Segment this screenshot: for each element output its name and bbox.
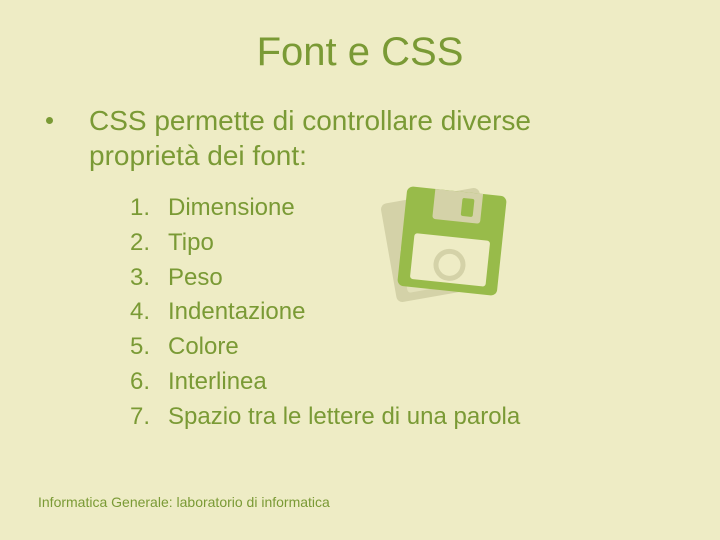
list-item: Tipo: [110, 226, 680, 261]
bullet-icon: [46, 117, 53, 124]
list-item: Spazio tra le lettere di una parola: [110, 400, 680, 435]
list-item-label: Peso: [168, 261, 223, 296]
list-area: Dimensione Tipo Peso Indentazione Colore…: [110, 191, 680, 435]
list-item-label: Indentazione: [168, 295, 305, 330]
lead-text: CSS permette di controllare diverse prop…: [89, 103, 649, 173]
list-item-label: Interlinea: [168, 365, 267, 400]
list-item-label: Colore: [168, 330, 239, 365]
list-item: Interlinea: [110, 365, 680, 400]
list-item: Peso: [110, 261, 680, 296]
slide-title: Font e CSS: [40, 30, 680, 75]
list-item-label: Spazio tra le lettere di una parola: [168, 400, 520, 435]
slide: Font e CSS CSS permette di controllare d…: [0, 0, 720, 540]
numbered-list: Dimensione Tipo Peso Indentazione Colore…: [110, 191, 680, 435]
lead-bullet-row: CSS permette di controllare diverse prop…: [40, 103, 680, 173]
list-item: Dimensione: [110, 191, 680, 226]
list-item-label: Tipo: [168, 226, 214, 261]
list-item: Indentazione: [110, 295, 680, 330]
footer-text: Informatica Generale: laboratorio di inf…: [38, 494, 330, 510]
list-item-label: Dimensione: [168, 191, 295, 226]
list-item: Colore: [110, 330, 680, 365]
